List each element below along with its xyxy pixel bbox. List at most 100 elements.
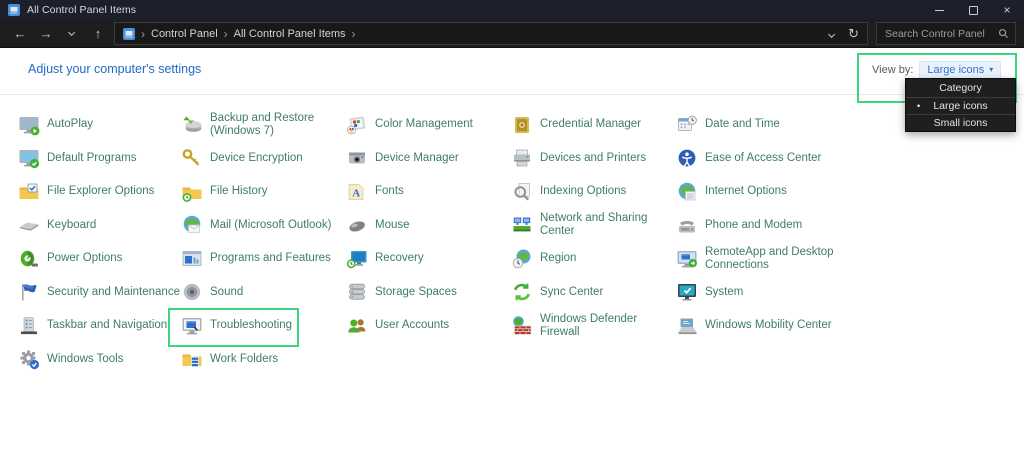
- control-panel-app-icon: [8, 4, 20, 16]
- internet-options-icon: [676, 181, 698, 203]
- item-label: Phone and Modem: [705, 218, 803, 231]
- backup-restore-icon: [181, 114, 203, 136]
- control-panel-item-credential-manager[interactable]: Credential Manager: [511, 108, 675, 142]
- close-button[interactable]: ×: [990, 0, 1024, 20]
- item-label: Network and Sharing Center: [540, 212, 648, 238]
- control-panel-item-internet-options[interactable]: Internet Options: [676, 175, 867, 209]
- breadcrumb-item[interactable]: All Control Panel Items: [234, 28, 346, 40]
- search-input[interactable]: [883, 26, 994, 41]
- control-panel-item-device-encryption[interactable]: Device Encryption: [181, 142, 352, 176]
- control-panel-item-region[interactable]: Region: [511, 242, 675, 276]
- storage-spaces-icon: [346, 281, 368, 303]
- item-label: Windows Mobility Center: [705, 319, 832, 332]
- minimize-button[interactable]: [922, 0, 956, 20]
- phone-modem-icon: [676, 214, 698, 236]
- up-button[interactable]: ↑: [86, 22, 110, 45]
- control-panel-item-recovery[interactable]: Recovery: [346, 242, 505, 276]
- control-panel-item-ease-of-access-center[interactable]: Ease of Access Center: [676, 142, 867, 176]
- view-option-label: Small icons: [933, 117, 988, 129]
- item-label: Work Folders: [210, 352, 279, 365]
- control-panel-item-default-programs[interactable]: Default Programs: [18, 142, 197, 176]
- recent-locations-button[interactable]: [60, 22, 84, 45]
- caret-down-icon: ▾: [989, 65, 994, 74]
- mouse-icon: [346, 214, 368, 236]
- control-panel-item-system[interactable]: System: [676, 276, 867, 310]
- item-label: RemoteApp and Desktop Connections: [705, 245, 834, 271]
- view-option-category[interactable]: Category: [906, 79, 1015, 97]
- control-panel-item-file-explorer-options[interactable]: File Explorer Options: [18, 175, 197, 209]
- chevron-down-icon: [68, 28, 76, 37]
- item-label: Mail (Microsoft Outlook): [210, 218, 332, 231]
- control-panel-item-mail-microsoft-outlook[interactable]: Mail (Microsoft Outlook): [181, 209, 352, 243]
- autoplay-icon: [18, 114, 40, 136]
- item-label: Default Programs: [47, 151, 137, 164]
- control-panel-item-keyboard[interactable]: Keyboard: [18, 209, 197, 243]
- item-label: Devices and Printers: [540, 151, 647, 164]
- control-panel-item-work-folders[interactable]: Work Folders: [181, 343, 352, 377]
- item-label: Fonts: [375, 185, 404, 198]
- items-column-1: AutoPlay Default Programs File Explorer Op…: [18, 108, 197, 376]
- control-panel-item-windows-tools[interactable]: Windows Tools: [18, 343, 197, 377]
- address-dropdown-button[interactable]: [827, 25, 836, 43]
- control-panel-item-date-and-time[interactable]: Date and Time: [676, 108, 867, 142]
- control-panel-item-phone-and-modem[interactable]: Phone and Modem: [676, 209, 867, 243]
- item-label: System: [705, 285, 744, 298]
- file-explorer-options-icon: [18, 181, 40, 203]
- control-panel-item-file-history[interactable]: File History: [181, 175, 352, 209]
- control-panel-item-backup-and-restore-windows-7[interactable]: Backup and Restore (Windows 7): [181, 108, 352, 142]
- item-label: Troubleshooting: [210, 319, 293, 332]
- control-panel-item-mouse[interactable]: Mouse: [346, 209, 505, 243]
- work-folders-icon: [181, 348, 203, 370]
- control-panel-item-taskbar-and-navigation[interactable]: Taskbar and Navigation: [18, 309, 197, 343]
- control-panel-item-troubleshooting[interactable]: Troubleshooting: [168, 308, 352, 347]
- view-by-dropdown[interactable]: Large icons ▾: [919, 61, 1002, 79]
- control-panel-item-autoplay[interactable]: AutoPlay: [18, 108, 197, 142]
- page-title: Adjust your computer's settings: [28, 62, 202, 76]
- control-panel-item-power-options[interactable]: Power Options: [18, 242, 197, 276]
- breadcrumb-chevron-icon[interactable]: ›: [141, 27, 145, 41]
- breadcrumb-item[interactable]: Control Panel: [151, 28, 218, 40]
- window-controls: ×: [922, 0, 1024, 20]
- control-panel-item-programs-and-features[interactable]: Programs and Features: [181, 242, 352, 276]
- forward-button[interactable]: →: [34, 22, 58, 45]
- control-panel-item-indexing-options[interactable]: Indexing Options: [511, 175, 675, 209]
- minimize-icon: [934, 9, 944, 11]
- troubleshooting-icon: [181, 315, 203, 337]
- control-panel-item-network-and-sharing-center[interactable]: Network and Sharing Center: [511, 209, 675, 243]
- mobility-center-icon: [676, 315, 698, 337]
- control-panel-item-sync-center[interactable]: Sync Center: [511, 276, 675, 310]
- item-label: Programs and Features: [210, 252, 331, 265]
- item-label: Region: [540, 252, 577, 265]
- view-by-menu: Category • Large icons Small icons: [905, 78, 1016, 132]
- item-label: Credential Manager: [540, 118, 642, 131]
- refresh-button[interactable]: ↻: [848, 26, 859, 42]
- breadcrumb-chevron-icon[interactable]: ›: [352, 27, 356, 41]
- control-panel-item-storage-spaces[interactable]: Storage Spaces: [346, 276, 505, 310]
- windows-tools-icon: [18, 348, 40, 370]
- restore-button[interactable]: [956, 0, 990, 20]
- control-panel-item-sound[interactable]: Sound: [181, 276, 352, 310]
- default-programs-icon: [18, 147, 40, 169]
- system-icon: [676, 281, 698, 303]
- breadcrumb-chevron-icon[interactable]: ›: [224, 27, 228, 41]
- item-label: Device Manager: [375, 151, 459, 164]
- control-panel-item-windows-mobility-center[interactable]: Windows Mobility Center: [676, 309, 867, 343]
- control-panel-item-user-accounts[interactable]: User Accounts: [346, 309, 505, 343]
- search-box: [876, 22, 1016, 45]
- control-panel-item-security-and-maintenance[interactable]: Security and Maintenance: [18, 276, 197, 310]
- control-panel-item-color-management[interactable]: Color Management: [346, 108, 505, 142]
- view-option-small-icons[interactable]: Small icons: [906, 114, 1015, 131]
- item-label: Internet Options: [705, 185, 787, 198]
- control-panel-item-windows-defender-firewall[interactable]: Windows Defender Firewall: [511, 309, 675, 343]
- control-panel-item-devices-and-printers[interactable]: Devices and Printers: [511, 142, 675, 176]
- control-panel-item-device-manager[interactable]: Device Manager: [346, 142, 505, 176]
- control-panel-item-remoteapp-and-desktop-connections[interactable]: RemoteApp and Desktop Connections: [676, 242, 867, 276]
- control-panel-item-fonts[interactable]: A Fonts: [346, 175, 505, 209]
- file-history-icon: [181, 181, 203, 203]
- credential-manager-icon: [511, 114, 533, 136]
- address-bar[interactable]: › Control Panel › All Control Panel Items › …: [114, 22, 868, 45]
- view-option-large-icons[interactable]: • Large icons: [906, 97, 1015, 114]
- item-label: Date and Time: [705, 118, 780, 131]
- security-maintenance-icon: [18, 281, 40, 303]
- back-button[interactable]: ←: [8, 22, 32, 45]
